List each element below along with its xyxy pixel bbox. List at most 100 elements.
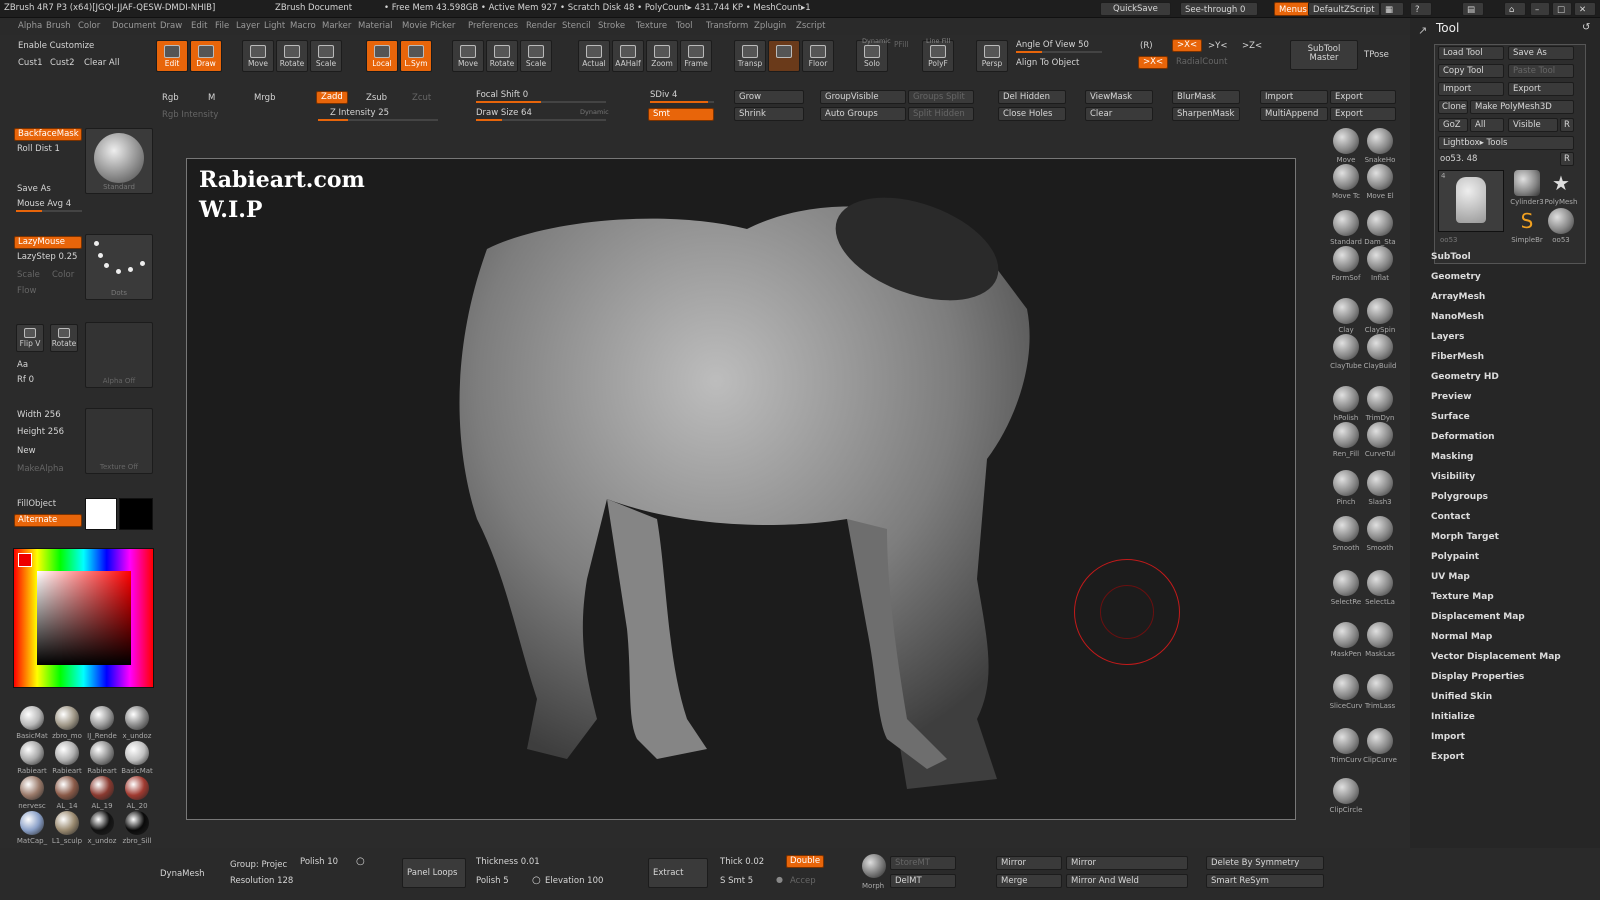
brush-clipcircle[interactable]: ClipCircle — [1329, 778, 1363, 814]
menu-zscript[interactable]: Zscript — [796, 21, 826, 31]
menu-texture[interactable]: Texture — [636, 21, 667, 31]
import-tool-button[interactable]: Import — [1438, 82, 1504, 96]
scale-slider[interactable]: Scale — [17, 270, 40, 280]
blurmask-button[interactable]: BlurMask — [1172, 90, 1240, 104]
flipv-button[interactable]: Flip V — [16, 324, 44, 352]
current-tool-r-button[interactable]: R — [1560, 152, 1574, 166]
makealpha-button[interactable]: MakeAlpha — [17, 464, 64, 474]
section-arraymesh[interactable]: ArrayMesh — [1431, 292, 1485, 302]
menu-file[interactable]: File — [215, 21, 229, 31]
sdiv-slider[interactable]: SDiv 4 — [650, 90, 677, 100]
brush-ren-fill[interactable]: Ren_Fill — [1329, 422, 1363, 458]
actual-button[interactable]: Actual — [578, 40, 610, 72]
section-nanomesh[interactable]: NanoMesh — [1431, 312, 1484, 322]
delete-by-symmetry-button[interactable]: Delete By Symmetry — [1206, 856, 1324, 870]
persp-button[interactable]: Persp — [976, 40, 1008, 72]
material-item[interactable]: IJ_Rende — [84, 706, 120, 740]
smt-button[interactable]: Smt — [648, 108, 714, 121]
color-saturation-square[interactable] — [37, 571, 131, 665]
material-item[interactable]: nervesc — [14, 776, 50, 810]
brush-pinch[interactable]: Pinch — [1329, 470, 1363, 506]
maximize-icon[interactable]: □ — [1552, 2, 1572, 16]
save-as-tool-button[interactable]: Save As — [1508, 46, 1574, 60]
accept-button[interactable]: Accep — [790, 876, 816, 886]
angle-of-view-slider[interactable]: Angle Of View 50 — [1016, 40, 1089, 50]
section-geometry[interactable]: Geometry — [1431, 272, 1481, 282]
auto-groups-button[interactable]: Auto Groups — [820, 107, 906, 121]
brush-smooth[interactable]: Smooth — [1363, 516, 1397, 552]
frame-button[interactable]: Frame — [680, 40, 712, 72]
save-as-button[interactable]: Save As — [17, 184, 51, 194]
texture-thumbnail[interactable]: Texture Off — [85, 408, 153, 474]
alpha-thumbnail[interactable]: Alpha Off — [85, 322, 153, 388]
section-geometry-hd[interactable]: Geometry HD — [1431, 372, 1499, 382]
close-holes-button[interactable]: Close Holes — [998, 107, 1066, 121]
brush-masklas[interactable]: MaskLas — [1363, 622, 1397, 658]
lazystep-slider[interactable]: LazyStep 0.25 — [17, 252, 77, 262]
brush-formsof[interactable]: FormSof — [1329, 246, 1363, 282]
radial-sym-button[interactable]: (R) — [1140, 41, 1153, 51]
rotate-tool-button[interactable]: Rotate — [276, 40, 308, 72]
simplebrush-tool[interactable]: S SimpleBr — [1510, 208, 1544, 244]
mirror-subtool-button[interactable]: Mirror — [1066, 856, 1188, 870]
secondary-color-swatch[interactable] — [119, 498, 153, 530]
section-fibermesh[interactable]: FiberMesh — [1431, 352, 1484, 362]
tpose-button[interactable]: TPose — [1364, 50, 1389, 60]
material-item[interactable]: x_undoz — [119, 706, 155, 740]
minimize-icon[interactable]: – — [1530, 2, 1550, 16]
align-to-object-button[interactable]: Align To Object — [1016, 58, 1079, 68]
brush-claybuild[interactable]: ClayBuild — [1363, 334, 1397, 370]
menu-edit[interactable]: Edit — [191, 21, 207, 31]
section-texture-map[interactable]: Texture Map — [1431, 592, 1494, 602]
ghost-button[interactable] — [768, 40, 800, 72]
rf-slider[interactable]: Rf 0 — [17, 375, 34, 385]
lsym-button[interactable]: L.Sym — [400, 40, 432, 72]
section-display-properties[interactable]: Display Properties — [1431, 672, 1524, 682]
brush-clay[interactable]: Clay — [1329, 298, 1363, 334]
brush-trimdyn[interactable]: TrimDyn — [1363, 386, 1397, 422]
subtool-master-button[interactable]: SubTool Master — [1290, 40, 1358, 70]
section-polypaint[interactable]: Polypaint — [1431, 552, 1479, 562]
layout-icon[interactable]: ▦ — [1380, 2, 1404, 16]
mouse-avg-slider[interactable]: Mouse Avg 4 — [17, 199, 71, 209]
viewmask-button[interactable]: ViewMask — [1085, 90, 1153, 104]
lightbox-tools-button[interactable]: Lightbox▸ Tools — [1438, 136, 1574, 150]
import-button[interactable]: Import — [1260, 90, 1328, 104]
brush-hpolish[interactable]: hPolish — [1329, 386, 1363, 422]
script-icon[interactable]: ▤ — [1462, 2, 1484, 16]
focal-shift-track[interactable] — [476, 101, 606, 103]
aahalf-button[interactable]: AAHalf — [612, 40, 644, 72]
multiappend-button[interactable]: MultiAppend — [1260, 107, 1328, 121]
morph-sphere-icon[interactable] — [862, 854, 886, 878]
double-button[interactable]: Double — [786, 855, 825, 868]
section-normal-map[interactable]: Normal Map — [1431, 632, 1492, 642]
material-item[interactable]: AL_20 — [119, 776, 155, 810]
transp-button[interactable]: Transp — [734, 40, 766, 72]
brush-thumbnail[interactable]: Standard — [85, 128, 153, 194]
merge-button[interactable]: Merge — [996, 874, 1062, 888]
goz-visible-button[interactable]: Visible — [1508, 118, 1558, 132]
material-item[interactable]: x_undoz — [84, 811, 120, 845]
rgb-button[interactable]: Rgb — [162, 93, 179, 103]
width-slider[interactable]: Width 256 — [17, 410, 61, 420]
brush-move[interactable]: Move — [1329, 128, 1363, 164]
z-intensity-slider[interactable]: Z Intensity 25 — [330, 108, 389, 118]
del-hidden-button[interactable]: Del Hidden — [998, 90, 1066, 104]
section-import[interactable]: Import — [1431, 732, 1465, 742]
brush-maskpen[interactable]: MaskPen — [1329, 622, 1363, 658]
panel-loops-button[interactable]: Panel Loops — [402, 858, 466, 888]
thick-slider[interactable]: Thick 0.02 — [720, 857, 764, 867]
mouse-avg-track[interactable] — [16, 210, 82, 212]
thickness-slider[interactable]: Thickness 0.01 — [476, 857, 540, 867]
menu-material[interactable]: Material — [358, 21, 393, 31]
brush-selectla[interactable]: SelectLa — [1363, 570, 1397, 606]
load-tool-button[interactable]: Load Tool — [1438, 46, 1504, 60]
sharpenmask-button[interactable]: SharpenMask — [1172, 107, 1240, 121]
menu-light[interactable]: Light — [264, 21, 285, 31]
brush-move-el[interactable]: Move El — [1363, 164, 1397, 200]
clear-mask-button[interactable]: Clear — [1085, 107, 1153, 121]
oo53-tool[interactable]: oo53 — [1544, 208, 1578, 244]
brush-move-tc[interactable]: Move Tc — [1329, 164, 1363, 200]
m-button[interactable]: M — [208, 93, 215, 103]
cust2-button[interactable]: Cust2 — [50, 58, 75, 68]
